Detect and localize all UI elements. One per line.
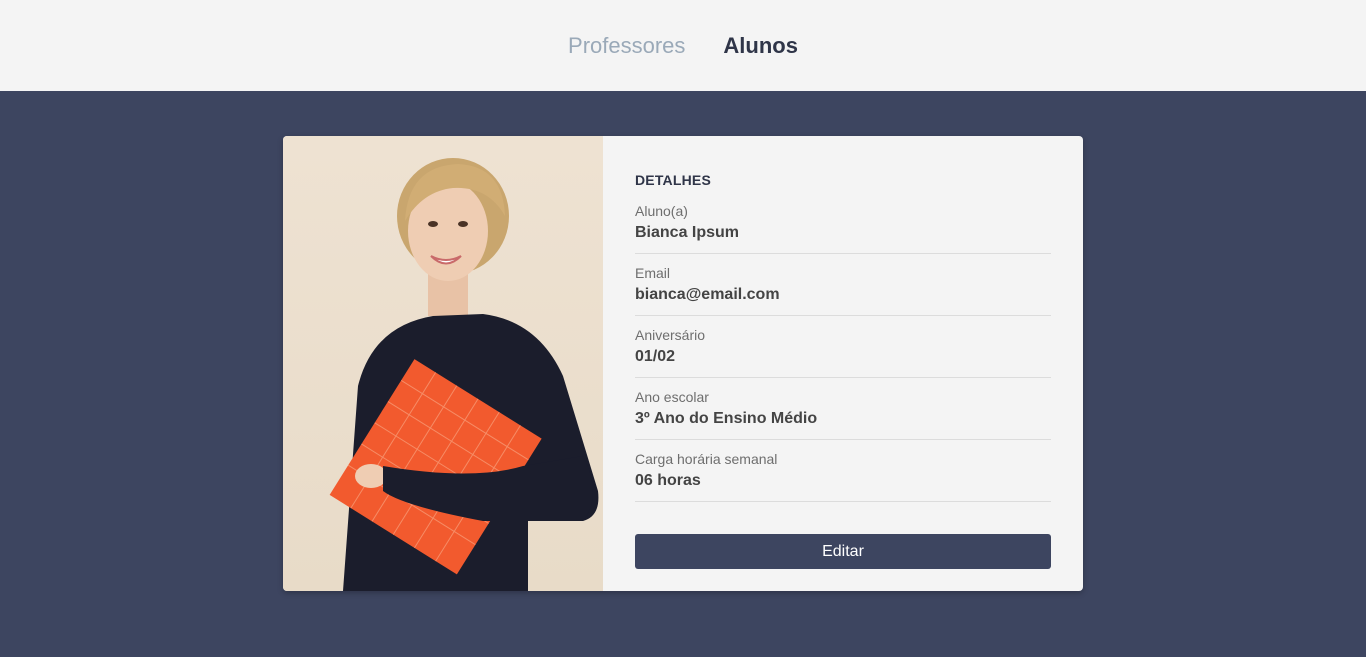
field-aluno: Aluno(a) Bianca Ipsum xyxy=(635,202,1051,254)
student-photo xyxy=(283,136,603,591)
field-label: Aniversário xyxy=(635,327,706,343)
field-label: Carga horária semanal xyxy=(635,451,778,467)
field-aniversario: Aniversário 01/02 xyxy=(635,326,1051,378)
top-navbar: Professores Alunos xyxy=(0,0,1366,91)
field-ano-escolar: Ano escolar 3º Ano do Ensino Médio xyxy=(635,388,1051,440)
edit-button[interactable]: Editar xyxy=(635,534,1051,569)
nav-link-professores[interactable]: Professores xyxy=(568,33,685,59)
student-detail-card: DETALHES Aluno(a) Bianca Ipsum Email bia… xyxy=(283,136,1083,591)
field-value: 06 horas xyxy=(635,472,701,489)
field-value: 3º Ano do Ensino Médio xyxy=(635,410,818,427)
details-title: DETALHES xyxy=(635,172,712,188)
field-label: Aluno(a) xyxy=(635,203,688,219)
field-value: bianca@email.com xyxy=(635,286,780,303)
field-value: 01/02 xyxy=(635,348,676,365)
details-panel: DETALHES Aluno(a) Bianca Ipsum Email bia… xyxy=(603,136,1083,591)
main-nav: Professores Alunos xyxy=(568,33,798,59)
field-email: Email bianca@email.com xyxy=(635,264,1051,316)
field-label: Ano escolar xyxy=(635,389,709,405)
nav-link-alunos[interactable]: Alunos xyxy=(723,33,798,59)
field-value: Bianca Ipsum xyxy=(635,224,740,241)
field-carga-horaria: Carga horária semanal 06 horas xyxy=(635,450,1051,502)
student-photo-illustration xyxy=(329,158,599,591)
field-label: Email xyxy=(635,265,671,281)
